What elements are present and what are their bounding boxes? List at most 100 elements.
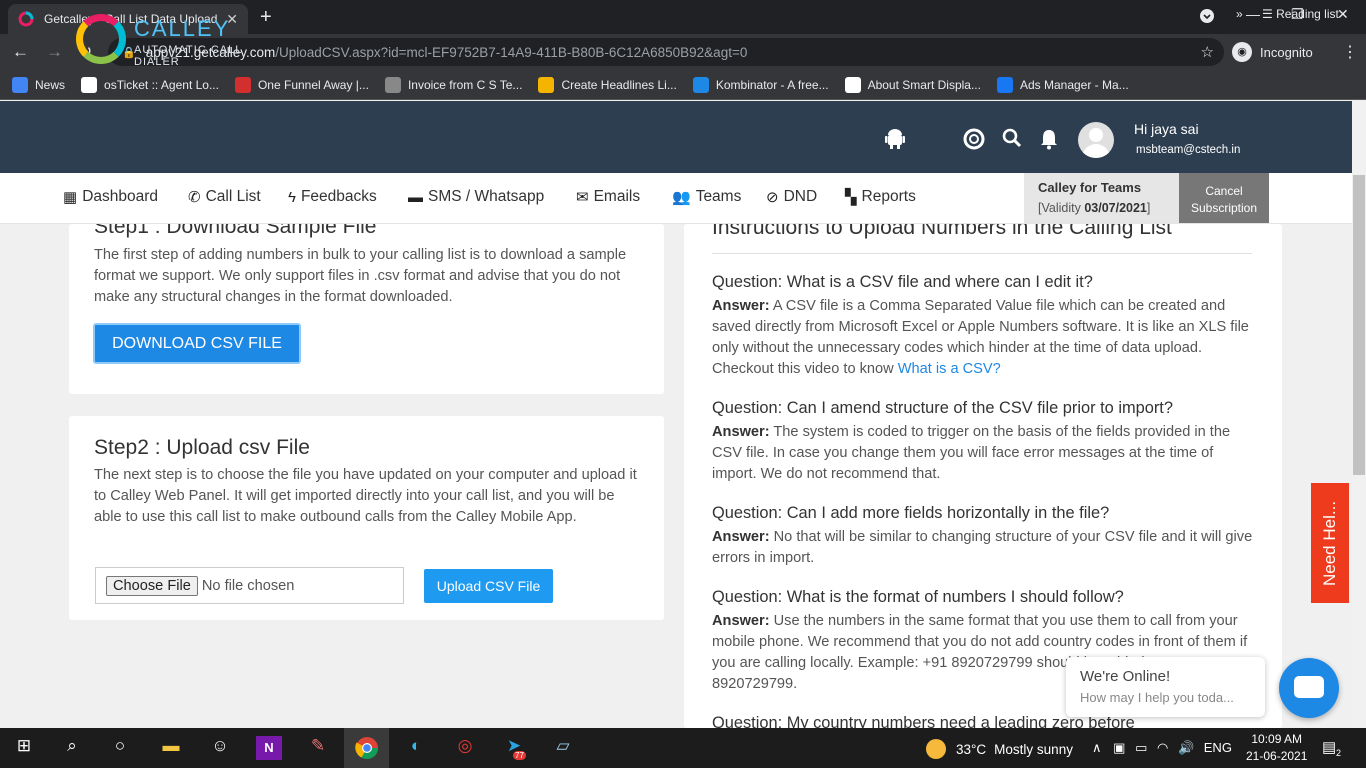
ban-icon: ⊘ xyxy=(766,189,779,206)
nav-emails[interactable]: ✉ Emails xyxy=(576,188,640,206)
battery-icon[interactable]: ▭ xyxy=(1135,740,1147,755)
bookmark-item[interactable]: osTicket :: Agent Lo... xyxy=(81,76,219,93)
plan-title: Calley for Teams xyxy=(1038,180,1142,195)
nav-dashboard[interactable]: ▦ Dashboard xyxy=(63,188,158,206)
url-path: /UploadCSV.aspx?id=mcl-EF9752B7-14A9-411… xyxy=(275,44,748,60)
notification-bell-icon[interactable] xyxy=(1040,128,1058,156)
avatar[interactable] xyxy=(1078,122,1114,158)
bookmark-star-icon[interactable]: ☆ xyxy=(1201,43,1214,61)
chat-online: We're Online! xyxy=(1080,668,1171,685)
clock[interactable]: 10:09 AM 21-06-2021 xyxy=(1246,731,1307,765)
headline-icon xyxy=(538,76,555,93)
chat-greeting[interactable]: We're Online! How may I help you toda... xyxy=(1066,657,1265,717)
nav-dnd[interactable]: ⊘ DND xyxy=(766,188,817,206)
file-status: No file chosen xyxy=(201,577,295,594)
faq-question: Question: What is a CSV file and where c… xyxy=(712,273,1093,291)
faq-answer: Answer: No that will be similar to chang… xyxy=(712,529,1253,566)
calley-logo[interactable]: CALLEY AUTOMATIC CALL DIALER xyxy=(76,14,286,68)
bolt-icon: ϟ xyxy=(288,188,296,206)
onenote-icon[interactable]: N xyxy=(256,736,282,760)
support-icon[interactable] xyxy=(963,128,985,156)
step1-card: Step1 : Download Sample File The first s… xyxy=(69,224,664,394)
system-tray[interactable]: ∧ ▣ ▭ ◠ 🔊 ENG xyxy=(1092,740,1232,756)
browser-menu-icon[interactable]: ⋮ xyxy=(1342,42,1358,62)
download-csv-button[interactable]: DOWNLOAD CSV FILE xyxy=(93,323,301,364)
file-input[interactable]: Choose File No file chosen xyxy=(95,567,404,604)
calley-logo-icon xyxy=(76,14,126,64)
need-help-tab[interactable]: Need Hel... xyxy=(1311,483,1349,603)
user-greeting[interactable]: Hi jaya sai xyxy=(1134,121,1199,137)
task-view-icon[interactable]: ○ xyxy=(107,736,133,760)
notepad-icon[interactable]: ▱ xyxy=(550,736,576,760)
tab-search-icon[interactable] xyxy=(1200,9,1214,26)
reading-list[interactable]: Reading list xyxy=(1276,7,1339,21)
reading-list-icon[interactable]: ☰ xyxy=(1262,7,1276,21)
edge-icon[interactable]: ◐ xyxy=(403,736,429,760)
nav-sms-whatsapp[interactable]: ▬ SMS / Whatsapp xyxy=(408,188,544,206)
nav-label: Teams xyxy=(695,188,742,205)
weather-widget[interactable]: 33°C Mostly sunny xyxy=(926,739,1073,759)
telegram-badge: 77 xyxy=(513,751,526,760)
upload-csv-button[interactable]: Upload CSV File xyxy=(424,569,553,603)
windows-start-icon[interactable]: ⊞ xyxy=(11,736,37,760)
paint-app-icon[interactable]: ✎ xyxy=(305,736,331,760)
bookmark-item[interactable]: About Smart Displa... xyxy=(844,76,981,93)
bookmark-label: Ads Manager - Ma... xyxy=(1019,77,1129,92)
logo-name: CALLEY xyxy=(134,16,231,41)
notification-count: 2 xyxy=(1336,748,1342,758)
chat-prompt: How may I help you toda... xyxy=(1080,690,1234,705)
faq-answer: Answer: A CSV file is a Comma Separated … xyxy=(712,298,1249,377)
incognito-indicator[interactable]: ◉ Incognito xyxy=(1232,40,1350,64)
target-app-icon[interactable]: ◎ xyxy=(452,736,478,760)
bookmark-item[interactable]: Kombinator - A free... xyxy=(692,76,829,93)
nav-call-list[interactable]: ✆ Call List xyxy=(188,188,261,206)
invoice-icon xyxy=(384,76,401,93)
faq-answer: Answer: The system is coded to trigger o… xyxy=(712,424,1231,482)
volume-icon[interactable]: 🔊 xyxy=(1178,740,1194,755)
bookmark-label: One Funnel Away |... xyxy=(257,77,369,92)
tray-chevron-icon[interactable]: ∧ xyxy=(1092,740,1102,755)
forward-icon[interactable]: → xyxy=(46,42,63,62)
faq-question: Question: Can I add more fields horizont… xyxy=(712,504,1110,522)
tray-device-icon[interactable]: ▣ xyxy=(1113,740,1125,755)
cancel-subscription-button[interactable]: Cancel Subscription xyxy=(1179,173,1269,223)
file-explorer-icon[interactable]: ▬ xyxy=(158,736,184,760)
chat-icon: ▬ xyxy=(408,188,423,206)
bookmarks-right: » ☰ Reading list xyxy=(1236,7,1339,21)
osticket-icon xyxy=(81,76,98,93)
nav-feedbacks[interactable]: ϟ Feedbacks xyxy=(288,188,377,206)
taskbar-search-icon[interactable]: ⌕ xyxy=(59,736,85,760)
news-icon xyxy=(12,76,28,93)
language-indicator[interactable]: ENG xyxy=(1204,740,1232,755)
scrollbar-thumb[interactable] xyxy=(1353,175,1365,475)
nav-label: Emails xyxy=(593,188,641,205)
choose-file-button[interactable]: Choose File xyxy=(106,575,198,596)
notification-center-icon[interactable]: ▤ xyxy=(1322,738,1336,756)
divider xyxy=(712,253,1252,254)
android-icon[interactable] xyxy=(885,128,905,156)
nav-label: Reports xyxy=(861,188,916,205)
back-icon[interactable]: ← xyxy=(12,42,29,62)
wifi-icon[interactable]: ◠ xyxy=(1157,740,1168,755)
faq-question: Question: Can I amend structure of the C… xyxy=(712,399,1173,417)
bookmark-label: News xyxy=(35,77,66,92)
chat-launcher-icon[interactable] xyxy=(1279,658,1339,718)
nav-reports[interactable]: ▚ Reports xyxy=(845,188,916,206)
clock-time: 10:09 AM xyxy=(1251,732,1303,746)
chrome-icon[interactable] xyxy=(354,736,380,760)
bookmarks-more-icon[interactable]: » xyxy=(1236,7,1243,21)
search-icon[interactable] xyxy=(1002,128,1022,154)
bookmark-item[interactable]: One Funnel Away |... xyxy=(234,76,369,93)
google-icon xyxy=(844,76,861,93)
nav-label: Call List xyxy=(205,188,261,205)
nav-label: SMS / Whatsapp xyxy=(428,188,545,205)
what-is-csv-link[interactable]: What is a CSV? xyxy=(898,361,1001,377)
bookmark-item[interactable]: Create Headlines Li... xyxy=(538,76,677,93)
bookmark-item[interactable]: Invoice from C S Te... xyxy=(384,76,522,93)
robot-app-icon[interactable]: ☺ xyxy=(207,736,233,760)
bookmark-item[interactable]: Ads Manager - Ma... xyxy=(996,76,1129,93)
bookmark-label: osTicket :: Agent Lo... xyxy=(104,77,219,92)
nav-teams[interactable]: 👥 Teams xyxy=(672,188,741,206)
bookmark-item[interactable]: News xyxy=(12,76,66,93)
facebook-icon xyxy=(996,76,1013,93)
